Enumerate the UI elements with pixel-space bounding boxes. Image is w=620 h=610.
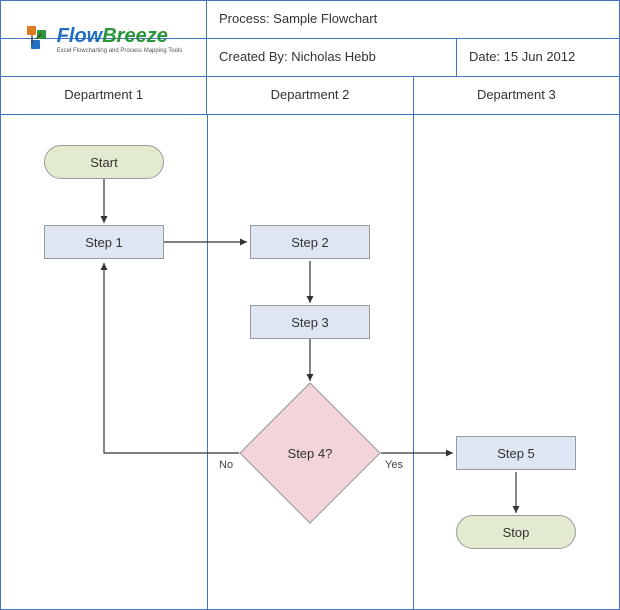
date-label: Date: 15 Jun 2012 (457, 39, 619, 76)
step-5-label: Step 5 (497, 446, 535, 461)
logo-text: FlowBreeze Excel Flowcharting and Proces… (57, 25, 183, 54)
department-header-row: Department 1 Department 2 Department 3 (1, 77, 619, 115)
logo-title-breeze: Breeze (102, 25, 168, 47)
step-1-box: Step 1 (44, 225, 164, 259)
created-by-label: Created By: Nicholas Hebb (207, 39, 457, 76)
step-2-label: Step 2 (291, 235, 329, 250)
department-1-header: Department 1 (1, 77, 207, 114)
logo-title: FlowBreeze (57, 25, 183, 48)
flowbreeze-logo: FlowBreeze Excel Flowcharting and Proces… (25, 24, 183, 54)
step-3-box: Step 3 (250, 305, 370, 339)
start-terminator: Start (44, 145, 164, 179)
flowchart-container: FlowBreeze Excel Flowcharting and Proces… (0, 0, 620, 610)
swimlane-divider-1 (207, 115, 208, 609)
stop-label: Stop (503, 525, 530, 540)
stop-terminator: Stop (456, 515, 576, 549)
logo-title-flow: Flow (57, 25, 103, 47)
logo-cell: FlowBreeze Excel Flowcharting and Proces… (1, 1, 207, 77)
start-label: Start (90, 155, 117, 170)
step-3-label: Step 3 (291, 315, 329, 330)
step-5-box: Step 5 (456, 436, 576, 470)
flowchart-canvas: Start Step 1 Step 2 Step 3 Step 4? Step … (1, 115, 619, 609)
step-1-label: Step 1 (85, 235, 123, 250)
step-4-decision: Step 4? (240, 383, 380, 523)
edge-yes-label: Yes (385, 459, 403, 471)
logo-icon (25, 24, 51, 54)
department-3-header: Department 3 (414, 77, 619, 114)
process-label: Process: Sample Flowchart (207, 1, 619, 38)
step-4-label: Step 4? (288, 445, 333, 460)
logo-subtitle: Excel Flowcharting and Process Mapping T… (57, 48, 183, 54)
department-2-header: Department 2 (207, 77, 413, 114)
step-2-box: Step 2 (250, 225, 370, 259)
swimlane-divider-2 (413, 115, 414, 609)
edge-no-label: No (219, 459, 233, 471)
